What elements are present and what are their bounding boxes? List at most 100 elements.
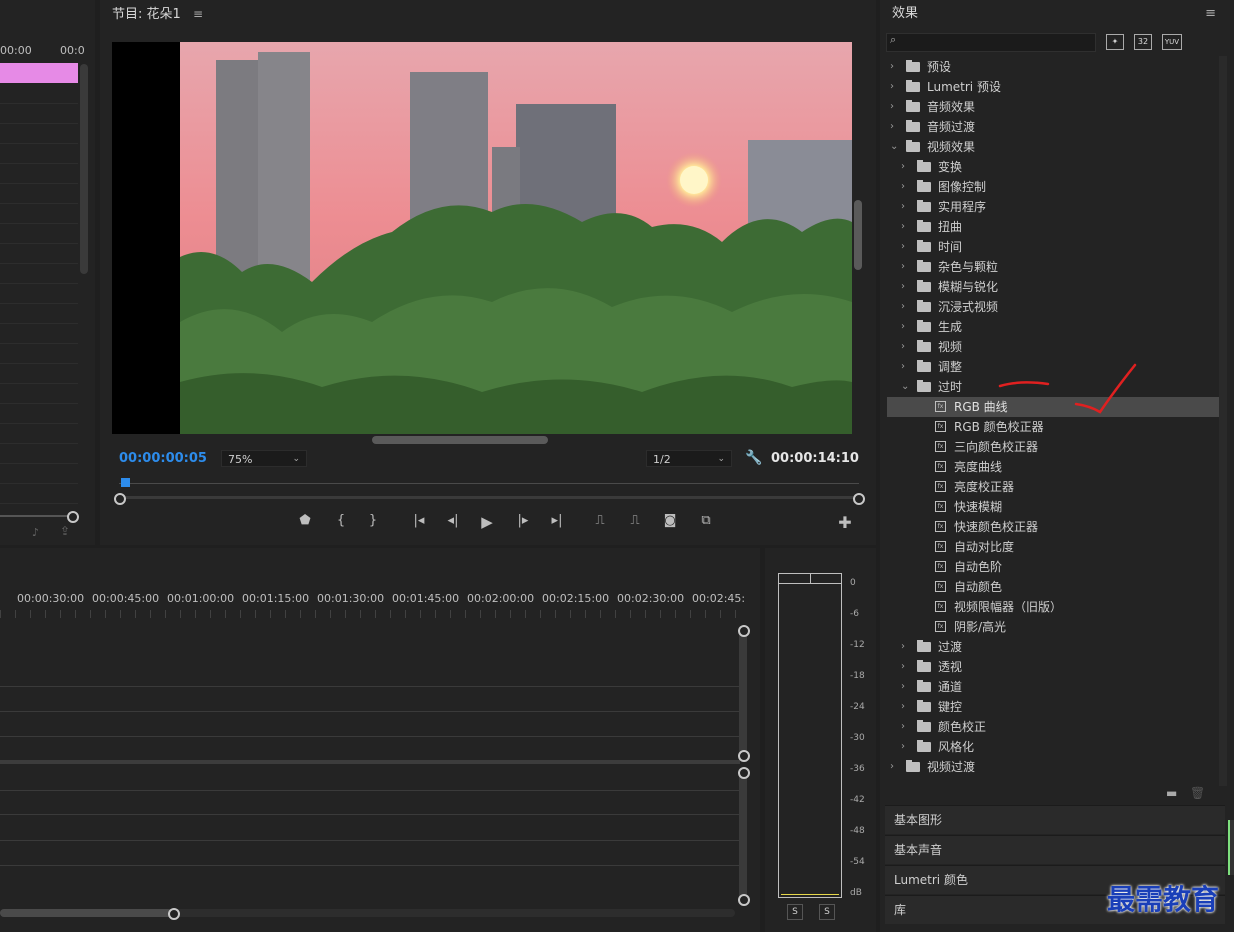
effects-search-input[interactable]: ⌕ <box>886 33 1096 52</box>
compare-view-icon[interactable]: ⧉ <box>696 513 716 528</box>
new-bin-icon[interactable]: ▬ <box>1166 786 1177 800</box>
effects-scrollbar[interactable] <box>1219 56 1227 786</box>
effect-folder[interactable]: › 图像控制 <box>887 177 1219 197</box>
chevron-right-icon[interactable]: › <box>901 277 905 297</box>
extract-icon[interactable]: ⎍ <box>625 513 645 528</box>
accelerated-effects-icon[interactable]: ✦ <box>1106 34 1124 50</box>
video-h-scrollbar[interactable] <box>372 436 548 444</box>
effect-folder[interactable]: › Lumetri 预设 <box>887 77 1219 97</box>
scroll-handle[interactable] <box>738 894 750 906</box>
chevron-right-icon[interactable]: › <box>901 717 905 737</box>
solo-left-button[interactable]: S <box>787 904 803 920</box>
effect-item[interactable]: fx 三向颜色校正器 <box>887 437 1219 457</box>
chevron-right-icon[interactable]: › <box>901 737 905 757</box>
chevron-right-icon[interactable]: › <box>890 77 894 97</box>
chevron-right-icon[interactable]: › <box>901 657 905 677</box>
effect-folder[interactable]: ⌄ 视频效果 <box>887 137 1219 157</box>
chevron-right-icon[interactable]: › <box>901 677 905 697</box>
effect-item[interactable]: fx 阴影/高光 <box>887 617 1219 637</box>
chevron-right-icon[interactable]: › <box>901 317 905 337</box>
chevron-right-icon[interactable]: › <box>901 257 905 277</box>
chevron-right-icon[interactable]: › <box>901 217 905 237</box>
lift-icon[interactable]: ⎍ <box>590 513 610 528</box>
insert-audio-icon[interactable]: ♪ <box>32 526 39 539</box>
effect-item[interactable]: fx 自动色阶 <box>887 557 1219 577</box>
effect-item[interactable]: fx 视频限幅器（旧版） <box>887 597 1219 617</box>
effect-folder[interactable]: › 扭曲 <box>887 217 1219 237</box>
step-back-icon[interactable]: ◂| <box>443 513 463 528</box>
chevron-right-icon[interactable]: › <box>901 697 905 717</box>
effect-item[interactable]: fx RGB 颜色校正器 <box>887 417 1219 437</box>
mini-ruler[interactable] <box>119 483 859 484</box>
effect-folder[interactable]: › 键控 <box>887 697 1219 717</box>
zoom-handle-right[interactable] <box>853 493 865 505</box>
effect-folder[interactable]: › 过渡 <box>887 637 1219 657</box>
scroll-handle[interactable] <box>738 625 750 637</box>
timeline-zoom-handle[interactable] <box>168 908 180 920</box>
chevron-right-icon[interactable]: › <box>901 637 905 657</box>
go-to-in-icon[interactable]: |◂ <box>409 513 429 528</box>
zoom-handle-left[interactable] <box>114 493 126 505</box>
camera-icon[interactable]: ◙ <box>660 513 680 528</box>
chevron-down-icon[interactable]: ⌄ <box>901 377 909 397</box>
source-zoom-handle[interactable] <box>67 511 79 523</box>
chevron-right-icon[interactable]: › <box>901 157 905 177</box>
effect-folder[interactable]: › 风格化 <box>887 737 1219 757</box>
effect-folder[interactable]: › 音频效果 <box>887 97 1219 117</box>
32bit-effects-icon[interactable]: 32 <box>1134 34 1152 50</box>
source-zoom-bar[interactable] <box>0 515 68 517</box>
effect-folder[interactable]: › 视频 <box>887 337 1219 357</box>
step-forward-icon[interactable]: |▸ <box>513 513 533 528</box>
add-button-icon[interactable]: ✚ <box>835 513 855 532</box>
chevron-right-icon[interactable]: › <box>901 297 905 317</box>
effect-folder[interactable]: › 颜色校正 <box>887 717 1219 737</box>
effect-folder[interactable]: › 视频过渡 <box>887 757 1219 777</box>
chevron-right-icon[interactable]: › <box>901 337 905 357</box>
play-icon[interactable]: ▶ <box>477 513 497 531</box>
effect-folder[interactable]: › 模糊与锐化 <box>887 277 1219 297</box>
chevron-down-icon[interactable]: ⌄ <box>890 137 898 157</box>
effect-folder[interactable]: › 杂色与颗粒 <box>887 257 1219 277</box>
chevron-right-icon[interactable]: › <box>890 97 894 117</box>
zoom-scrollbar[interactable] <box>119 496 859 499</box>
current-timecode[interactable]: 00:00:00:05 <box>119 451 207 466</box>
panel-section-tab[interactable]: 基本图形 <box>885 805 1225 834</box>
effect-folder[interactable]: › 沉浸式视频 <box>887 297 1219 317</box>
resolution-select[interactable]: 1/2 ⌄ <box>646 450 732 467</box>
effect-item[interactable]: fx 自动对比度 <box>887 537 1219 557</box>
audio-tracks-scrollbar[interactable] <box>739 772 747 902</box>
export-icon[interactable]: ⇪ <box>60 524 70 538</box>
panel-section-tab[interactable]: 基本声音 <box>885 835 1225 864</box>
effect-folder[interactable]: › 时间 <box>887 237 1219 257</box>
effect-folder[interactable]: › 生成 <box>887 317 1219 337</box>
video-audio-separator[interactable] <box>0 760 740 764</box>
effect-folder[interactable]: › 预设 <box>887 57 1219 77</box>
timeline-h-thumb[interactable] <box>0 909 172 917</box>
effect-folder[interactable]: › 透视 <box>887 657 1219 677</box>
chevron-right-icon[interactable]: › <box>901 357 905 377</box>
effect-item[interactable]: fx 自动颜色 <box>887 577 1219 597</box>
panel-menu-icon[interactable]: ≡ <box>193 0 203 28</box>
video-tracks-scrollbar[interactable] <box>739 628 747 754</box>
solo-right-button[interactable]: S <box>819 904 835 920</box>
effect-folder[interactable]: › 变换 <box>887 157 1219 177</box>
effect-item[interactable]: fx 亮度曲线 <box>887 457 1219 477</box>
zoom-select[interactable]: 75% ⌄ <box>221 450 307 467</box>
add-marker-icon[interactable]: ⬟ <box>295 513 315 528</box>
source-scrollbar[interactable] <box>80 64 88 274</box>
chevron-right-icon[interactable]: › <box>901 177 905 197</box>
wrench-icon[interactable]: 🔧 <box>745 450 762 466</box>
scroll-handle[interactable] <box>738 767 750 779</box>
chevron-right-icon[interactable]: › <box>890 117 894 137</box>
effect-folder[interactable]: › 音频过渡 <box>887 117 1219 137</box>
mark-out-icon[interactable]: } <box>363 513 383 528</box>
go-to-out-icon[interactable]: ▸| <box>547 513 567 528</box>
effect-item[interactable]: fx 快速颜色校正器 <box>887 517 1219 537</box>
effect-item[interactable]: fx 快速模糊 <box>887 497 1219 517</box>
effect-folder[interactable]: › 实用程序 <box>887 197 1219 217</box>
playhead[interactable] <box>121 478 131 487</box>
chevron-right-icon[interactable]: › <box>901 197 905 217</box>
chevron-right-icon[interactable]: › <box>890 757 894 777</box>
video-v-scrollbar[interactable] <box>854 200 862 270</box>
yuv-effects-icon[interactable]: YUV <box>1162 34 1182 50</box>
